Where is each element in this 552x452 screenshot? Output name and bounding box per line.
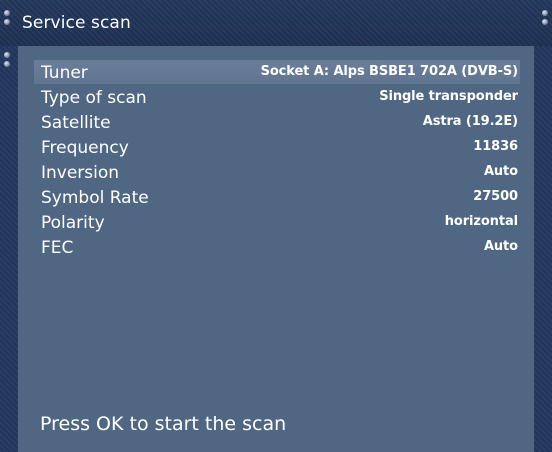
setting-label: Satellite — [41, 113, 111, 133]
frame-grip-icon — [542, 10, 548, 34]
settings-panel: Tuner Socket A: Alps BSBE1 702A (DVB-S) … — [18, 46, 534, 452]
setting-value[interactable]: Astra (19.2E) — [423, 114, 518, 130]
setting-value[interactable]: Socket A: Alps BSBE1 702A (DVB-S) — [261, 64, 519, 80]
service-scan-screen: Service scan Tuner Socket A: Alps BSBE1 … — [0, 0, 552, 452]
frame-left — [0, 46, 18, 452]
setting-label: Inversion — [41, 163, 120, 183]
setting-label: Type of scan — [41, 88, 147, 108]
frame-grip-icon — [4, 52, 10, 76]
setting-row-tuner[interactable]: Tuner Socket A: Alps BSBE1 702A (DVB-S) — [34, 60, 520, 84]
setting-value[interactable]: 11836 — [473, 139, 518, 155]
frame-grip-icon — [4, 10, 10, 34]
window-title: Service scan — [22, 13, 131, 33]
setting-label: Frequency — [41, 138, 129, 158]
setting-label: Tuner — [41, 63, 88, 83]
setting-label: Polarity — [41, 213, 105, 233]
setting-value[interactable]: Auto — [484, 239, 518, 255]
setting-row-fec[interactable]: FEC Auto — [34, 235, 520, 259]
frame-right — [534, 46, 552, 452]
title-bar: Service scan — [0, 0, 552, 47]
setting-label: Symbol Rate — [41, 188, 149, 208]
setting-row-polarity[interactable]: Polarity horizontal — [34, 210, 520, 234]
setting-row-inversion[interactable]: Inversion Auto — [34, 160, 520, 184]
setting-value[interactable]: horizontal — [445, 214, 518, 230]
setting-value[interactable]: Auto — [484, 164, 518, 180]
setting-label: FEC — [41, 238, 74, 258]
setting-row-type-of-scan[interactable]: Type of scan Single transponder — [34, 85, 520, 109]
start-scan-hint: Press OK to start the scan — [40, 413, 287, 435]
setting-row-symbol-rate[interactable]: Symbol Rate 27500 — [34, 185, 520, 209]
setting-row-satellite[interactable]: Satellite Astra (19.2E) — [34, 110, 520, 134]
setting-row-frequency[interactable]: Frequency 11836 — [34, 135, 520, 159]
setting-value[interactable]: 27500 — [473, 189, 518, 205]
setting-value[interactable]: Single transponder — [379, 89, 518, 105]
